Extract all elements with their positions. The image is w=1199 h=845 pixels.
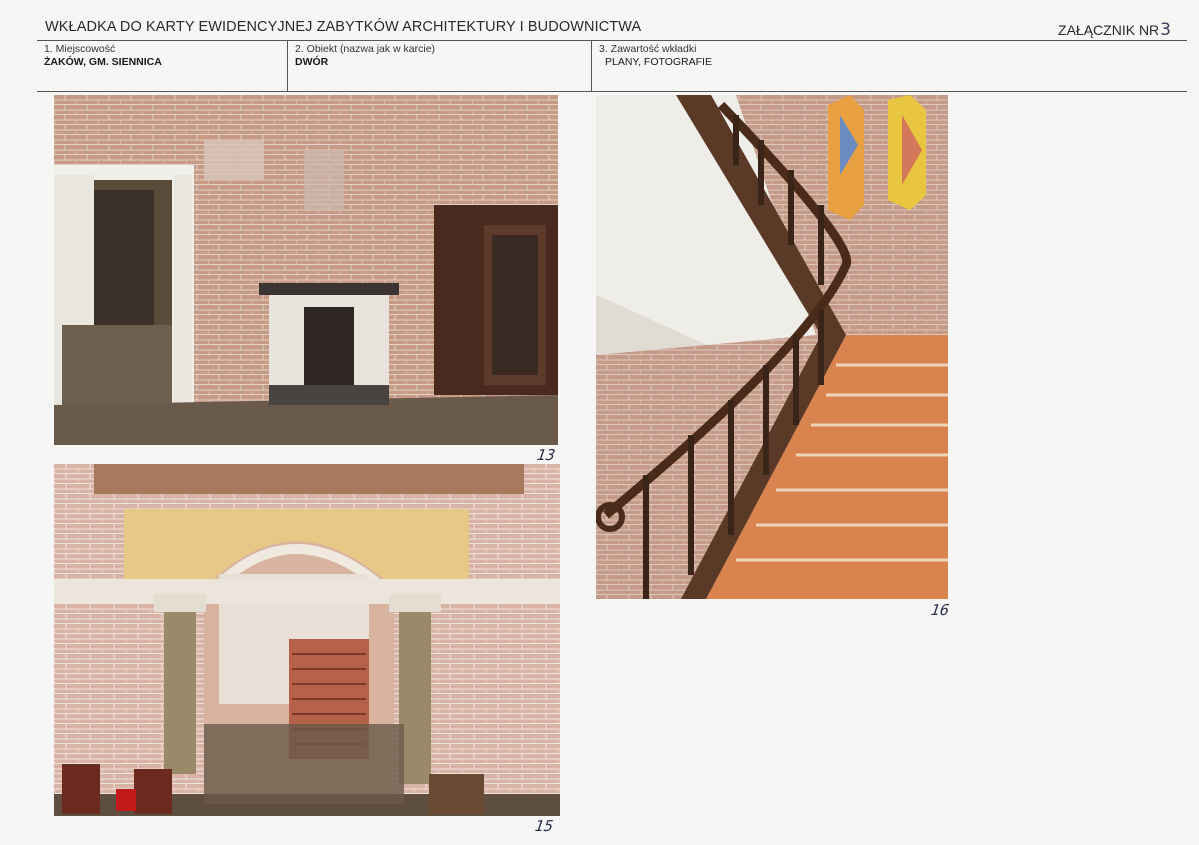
- photo-fireplace-room-number: 13: [535, 446, 557, 464]
- field-object-label: 2. Obiekt (nazwa jak w karcie): [295, 43, 436, 55]
- document-title: WKŁADKA DO KARTY EWIDENCYJNEJ ZABYTKÓW A…: [45, 19, 642, 35]
- field-locality: 1. Miejscowość ŻAKÓW, GM. SIENNICA: [37, 41, 287, 91]
- field-object-value: DWÓR: [295, 56, 329, 68]
- annex-number: 3: [1160, 20, 1171, 40]
- photo-hall-arch: [54, 464, 560, 816]
- field-contents-value: PLANY, FOTOGRAFIE: [605, 56, 712, 68]
- field-locality-value: ŻAKÓW, GM. SIENNICA: [44, 56, 162, 68]
- photo-staircase: [596, 95, 948, 599]
- photo-fireplace-room: [54, 95, 558, 445]
- header-rule-bottom: [37, 91, 1187, 92]
- field-contents: 3. Zawartość wkładki PLANY, FOTOGRAFIE: [591, 41, 1187, 91]
- field-locality-label: 1. Miejscowość: [44, 43, 116, 55]
- annex-label: ZAŁĄCZNIK NR3: [1058, 20, 1171, 40]
- photo-staircase-number: 16: [929, 601, 951, 619]
- annex-label-text: ZAŁĄCZNIK NR: [1058, 22, 1160, 38]
- field-contents-label: 3. Zawartość wkładki: [599, 43, 697, 55]
- photo-hall-arch-number: 15: [533, 817, 555, 835]
- field-object: 2. Obiekt (nazwa jak w karcie) DWÓR: [287, 41, 591, 91]
- document-sheet: WKŁADKA DO KARTY EWIDENCYJNEJ ZABYTKÓW A…: [0, 0, 1199, 845]
- header-fields: 1. Miejscowość ŻAKÓW, GM. SIENNICA 2. Ob…: [37, 41, 1187, 91]
